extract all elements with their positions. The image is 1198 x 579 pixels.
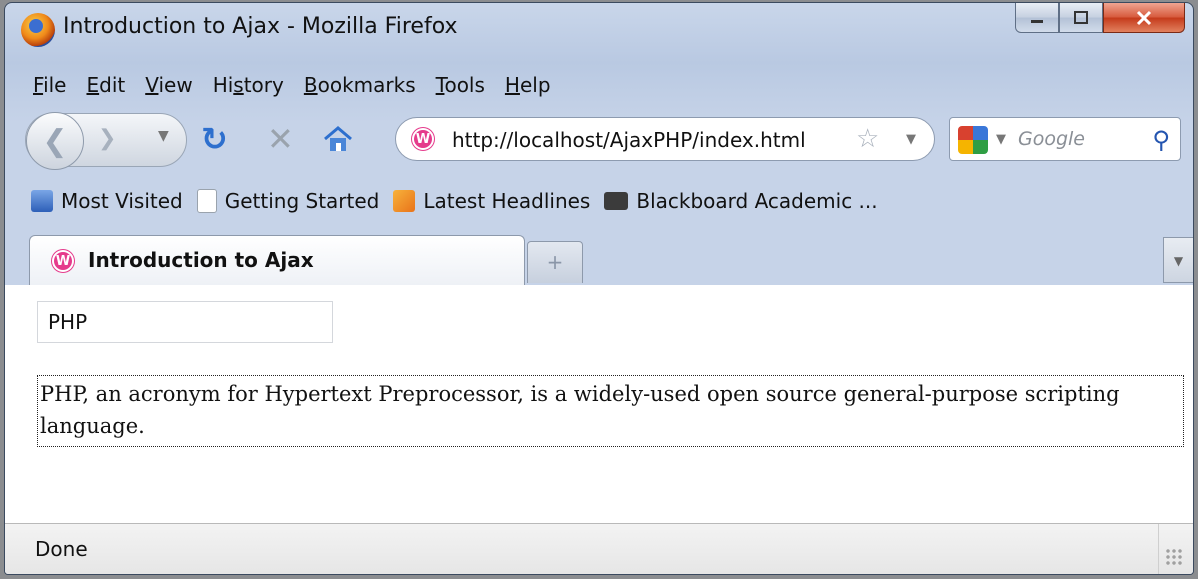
- maximize-icon: [1074, 10, 1088, 24]
- menu-history[interactable]: History: [213, 73, 284, 97]
- list-all-tabs-button[interactable]: ▼: [1163, 237, 1193, 283]
- bookmarks-toolbar: Most Visited Getting Started Latest Head…: [5, 181, 1193, 221]
- tab-strip: W Introduction to Ajax + ▼: [5, 229, 1193, 286]
- query-input[interactable]: [37, 301, 333, 343]
- window-controls: [1015, 3, 1185, 33]
- site-favicon-icon: W: [412, 128, 434, 150]
- back-arrow-icon: ❮: [42, 123, 68, 159]
- window-title: Introduction to Ajax - Mozilla Firefox: [63, 14, 458, 39]
- page-content: PHP, an acronym for Hypertext Preprocess…: [5, 285, 1193, 523]
- title-bar: Introduction to Ajax - Mozilla Firefox: [5, 3, 1193, 55]
- chevron-down-icon: ▼: [158, 128, 169, 144]
- search-placeholder: Google: [1018, 128, 1086, 150]
- most-visited-icon: [31, 190, 53, 212]
- address-url: http://localhost/AjaxPHP/index.html: [452, 128, 806, 152]
- bookmark-blackboard[interactable]: Blackboard Academic ...: [604, 189, 878, 213]
- status-text: Done: [35, 537, 88, 561]
- stop-icon: ✕: [267, 120, 294, 158]
- forward-arrow-icon: ❯: [98, 126, 117, 151]
- menu-view[interactable]: View: [145, 73, 192, 97]
- reload-button[interactable]: ↻: [201, 123, 228, 155]
- menu-help[interactable]: Help: [505, 73, 551, 97]
- bookmark-star-button[interactable]: ☆: [856, 124, 879, 154]
- forward-button[interactable]: ❯: [98, 126, 116, 151]
- back-button[interactable]: ❮: [26, 112, 84, 170]
- bookmark-getting-started[interactable]: Getting Started: [196, 189, 379, 213]
- navigation-toolbar: ❮ ❯ ▼ ↻ ✕ W http://localhost/AjaxPHP/ind…: [5, 109, 1193, 170]
- search-engine-dropdown[interactable]: ▼: [996, 132, 1006, 147]
- resize-grip-icon[interactable]: [1165, 548, 1183, 566]
- url-history-dropdown[interactable]: ▼: [906, 132, 916, 147]
- stop-button[interactable]: ✕: [267, 123, 294, 155]
- tab-favicon-icon: W: [52, 250, 74, 272]
- maximize-button[interactable]: [1059, 3, 1103, 33]
- google-engine-icon[interactable]: [958, 126, 988, 154]
- firefox-icon: [21, 13, 55, 47]
- minimize-button[interactable]: [1015, 3, 1059, 33]
- result-text: PHP, an acronym for Hypertext Preprocess…: [37, 375, 1184, 447]
- home-icon: [324, 126, 352, 151]
- back-forward-group: ❮ ❯ ▼: [25, 112, 187, 170]
- bookmark-most-visited[interactable]: Most Visited: [31, 189, 183, 213]
- address-bar[interactable]: W http://localhost/AjaxPHP/index.html ☆ …: [395, 117, 935, 161]
- rss-feed-icon: [393, 190, 416, 212]
- firefox-window: Introduction to Ajax - Mozilla Firefox F…: [4, 2, 1194, 575]
- menu-bar: File Edit View History Bookmarks Tools H…: [5, 67, 1193, 103]
- reload-icon: ↻: [201, 120, 228, 158]
- plus-icon: +: [546, 250, 564, 274]
- search-button[interactable]: ⚲: [1152, 126, 1170, 154]
- blackboard-icon: [604, 192, 629, 210]
- search-icon: ⚲: [1152, 126, 1170, 154]
- history-dropdown-button[interactable]: ▼: [158, 128, 169, 144]
- new-tab-button[interactable]: +: [527, 241, 583, 283]
- chevron-down-icon: ▼: [1173, 254, 1184, 268]
- status-divider: [1158, 524, 1159, 574]
- status-bar: Done: [5, 523, 1193, 574]
- chevron-down-icon: ▼: [996, 132, 1006, 147]
- tab-label: Introduction to Ajax: [88, 248, 314, 272]
- star-icon: ☆: [856, 124, 880, 154]
- menu-bookmarks[interactable]: Bookmarks: [304, 73, 416, 97]
- home-button[interactable]: [323, 125, 353, 153]
- page-icon: [196, 189, 217, 213]
- menu-file[interactable]: File: [33, 73, 66, 97]
- menu-tools[interactable]: Tools: [436, 73, 485, 97]
- tab-introduction-to-ajax[interactable]: W Introduction to Ajax: [29, 235, 525, 285]
- close-icon: [1136, 10, 1152, 25]
- minimize-icon: [1031, 19, 1043, 23]
- chevron-down-icon: ▼: [906, 132, 916, 147]
- bookmark-latest-headlines[interactable]: Latest Headlines: [393, 189, 590, 213]
- search-bar[interactable]: ▼ Google ⚲: [949, 117, 1181, 161]
- close-button[interactable]: [1103, 3, 1185, 33]
- menu-edit[interactable]: Edit: [86, 73, 125, 97]
